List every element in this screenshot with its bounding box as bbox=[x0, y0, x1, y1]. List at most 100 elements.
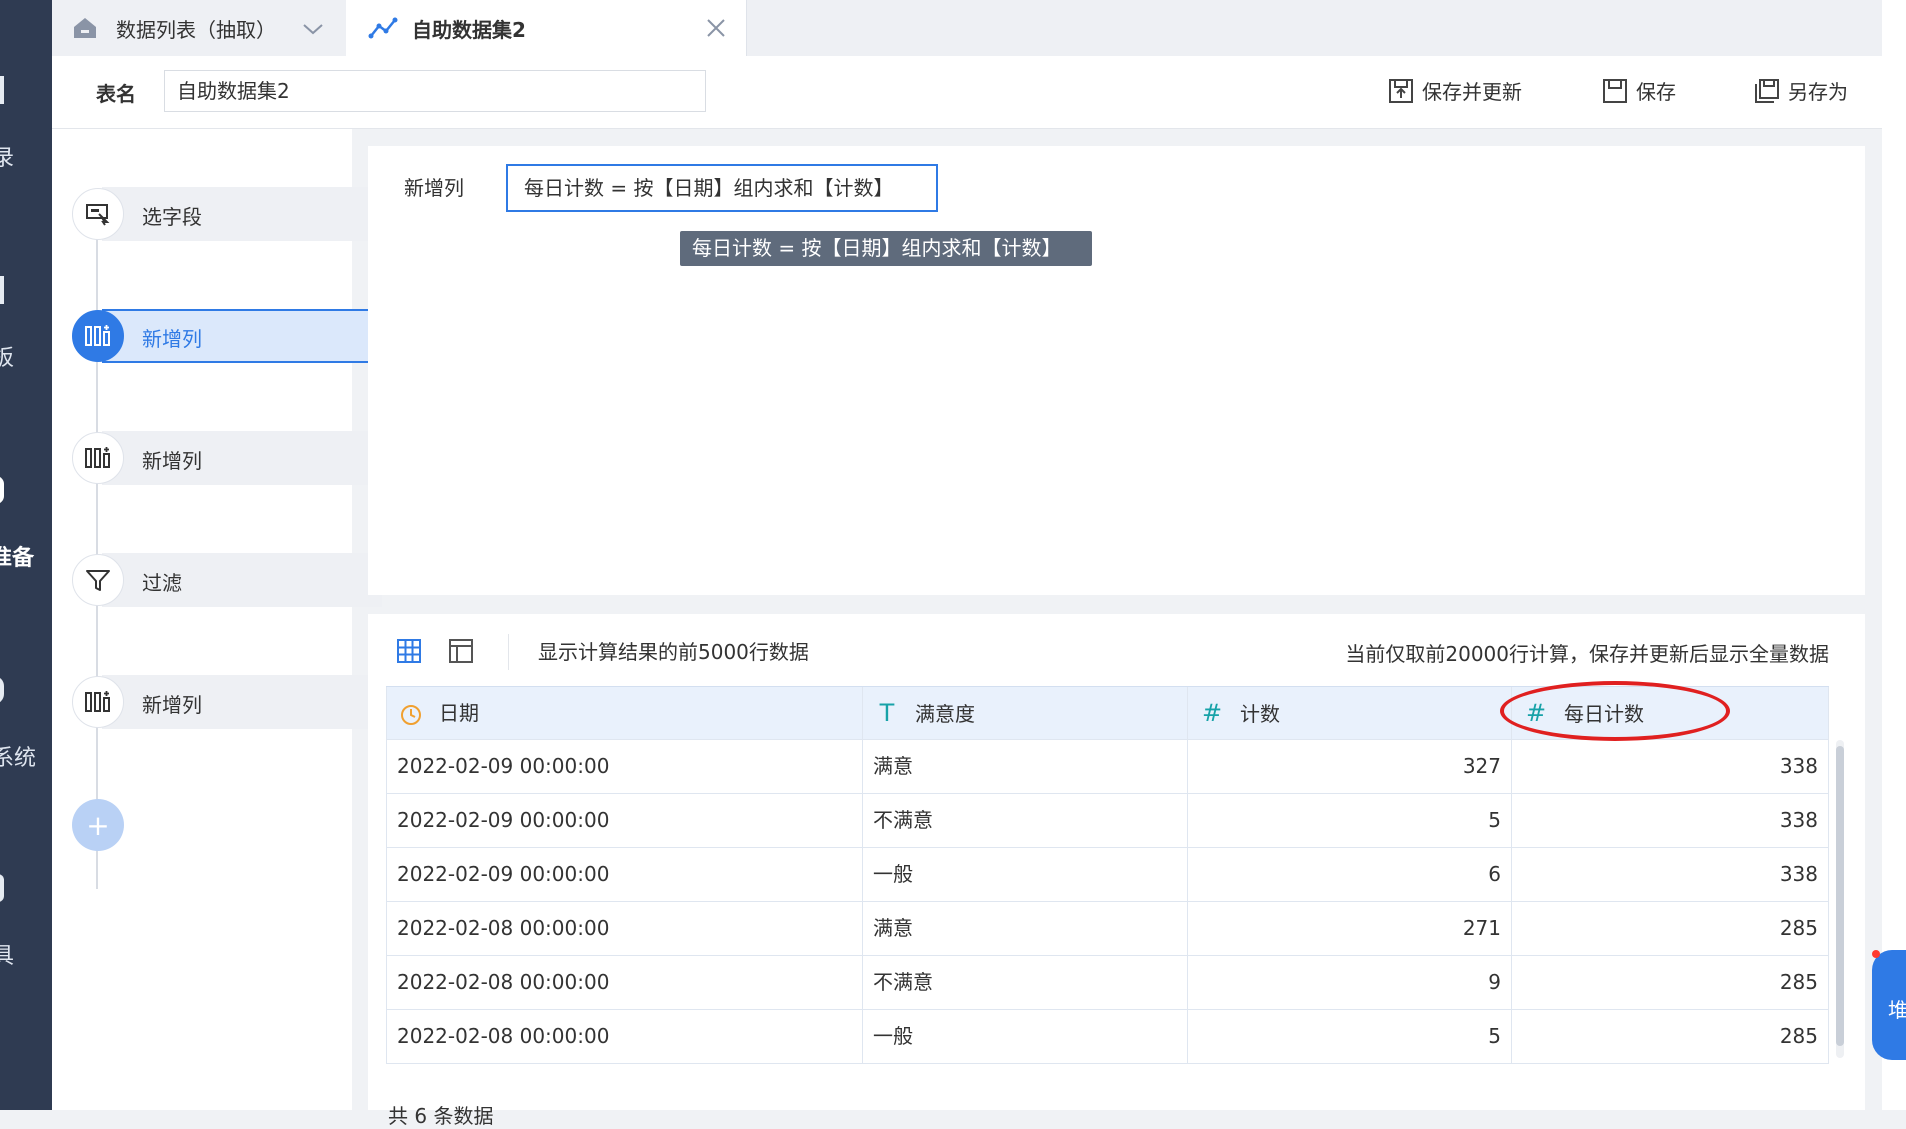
column-name: 日期 bbox=[439, 701, 479, 725]
right-edge bbox=[1882, 0, 1906, 1110]
editor-label: 新增列 bbox=[404, 176, 464, 200]
preview-row-limit-text: 显示计算结果的前5000行数据 bbox=[538, 640, 809, 664]
step-label: 新增列 bbox=[142, 449, 202, 473]
column-name: 计数 bbox=[1240, 702, 1280, 726]
table-name-label: 表名 bbox=[96, 82, 136, 106]
layout-view-icon[interactable] bbox=[448, 638, 474, 668]
tab-data-list-label: 数据列表（抽取） bbox=[116, 18, 276, 42]
cell-daily-count: 338 bbox=[1511, 848, 1829, 902]
step-add-column-2[interactable]: 新增列 bbox=[72, 431, 383, 485]
cell-date: 2022-02-08 00:00:00 bbox=[386, 956, 862, 1010]
cell-satisfaction: 满意 bbox=[862, 902, 1187, 956]
nav-data-prep-icon bbox=[0, 476, 4, 504]
cell-date: 2022-02-09 00:00:00 bbox=[386, 848, 862, 902]
nav-label-3: 准备 bbox=[0, 546, 35, 571]
add-column-icon bbox=[72, 676, 124, 728]
column-header-satisfaction[interactable]: T 满意度 bbox=[862, 687, 1187, 741]
step-filter[interactable]: 过滤 bbox=[72, 553, 383, 607]
tab-self-service-dataset-label: 自助数据集2 bbox=[412, 18, 526, 42]
cell-date: 2022-02-08 00:00:00 bbox=[386, 902, 862, 956]
step-label: 过滤 bbox=[142, 571, 182, 595]
text-type-icon: T bbox=[879, 699, 895, 727]
filter-icon bbox=[72, 554, 124, 606]
chevron-down-icon[interactable] bbox=[302, 18, 324, 42]
add-step-button[interactable]: + bbox=[72, 799, 124, 851]
cell-daily-count: 285 bbox=[1511, 956, 1829, 1010]
cell-count: 6 bbox=[1187, 848, 1511, 902]
cell-date: 2022-02-09 00:00:00 bbox=[386, 794, 862, 848]
cell-count: 327 bbox=[1187, 740, 1511, 794]
step-label: 新增列 bbox=[142, 327, 202, 351]
home-icon bbox=[72, 16, 98, 45]
step-add-column-3[interactable]: 新增列 bbox=[72, 675, 383, 729]
cell-satisfaction: 一般 bbox=[862, 848, 1187, 902]
floating-button-label: 堆 bbox=[1888, 998, 1906, 1022]
line-chart-icon bbox=[368, 16, 398, 45]
table-row: 2022-02-08 00:00:00 不满意 9 285 bbox=[386, 956, 1829, 1010]
table-row: 2022-02-09 00:00:00 一般 6 338 bbox=[386, 848, 1829, 902]
nav-system-icon bbox=[0, 676, 4, 704]
formula-editor-panel: 新增列 每日计数 = 按【日期】组内求和【计数】 每日计数 = 按【日期】组内求… bbox=[368, 146, 1865, 595]
table-name-input[interactable]: 自助数据集2 bbox=[164, 70, 706, 112]
cell-date: 2022-02-08 00:00:00 bbox=[386, 1010, 862, 1064]
clock-icon bbox=[397, 687, 425, 739]
table-scrollbar-thumb[interactable] bbox=[1836, 746, 1844, 1046]
step-label: 选字段 bbox=[142, 205, 202, 229]
cell-daily-count: 338 bbox=[1511, 794, 1829, 848]
nav-dashboard-icon bbox=[0, 276, 4, 304]
cell-satisfaction: 满意 bbox=[862, 740, 1187, 794]
nav-label-5: 具 bbox=[0, 944, 15, 969]
save-label: 保存 bbox=[1636, 80, 1676, 104]
left-navigation: 录 板 准备 系统 具 bbox=[0, 0, 52, 1110]
dataset-header: 表名 自助数据集2 保存并更新 保存 另存为 bbox=[52, 56, 1882, 129]
preview-calc-limit-text: 当前仅取前20000行计算，保存并更新后显示全量数据 bbox=[1345, 642, 1829, 666]
table-row: 2022-02-09 00:00:00 不满意 5 338 bbox=[386, 794, 1829, 848]
floating-assistant-button[interactable]: 堆 bbox=[1872, 950, 1906, 1060]
nav-tools-icon bbox=[0, 874, 4, 902]
cell-daily-count: 338 bbox=[1511, 740, 1829, 794]
table-row: 2022-02-08 00:00:00 满意 271 285 bbox=[386, 902, 1829, 956]
save-as-icon bbox=[1755, 78, 1779, 103]
save-update-icon bbox=[1389, 78, 1413, 103]
save-button[interactable]: 保存 bbox=[1602, 76, 1676, 105]
column-header-count[interactable]: # 计数 bbox=[1187, 687, 1511, 741]
save-icon bbox=[1603, 78, 1627, 103]
tab-bar: 数据列表（抽取） 自助数据集2 bbox=[52, 0, 1882, 57]
save-as-label: 另存为 bbox=[1788, 80, 1848, 104]
cell-count: 9 bbox=[1187, 956, 1511, 1010]
cell-count: 5 bbox=[1187, 794, 1511, 848]
table-row: 2022-02-08 00:00:00 一般 5 285 bbox=[386, 1010, 1829, 1064]
cell-satisfaction: 不满意 bbox=[862, 794, 1187, 848]
grid-view-icon[interactable] bbox=[396, 638, 422, 668]
row-count-text: 共 6 条数据 bbox=[388, 1104, 494, 1128]
cell-daily-count: 285 bbox=[1511, 1010, 1829, 1064]
column-header-date[interactable]: 日期 bbox=[386, 687, 862, 741]
number-type-icon: # bbox=[1201, 699, 1223, 727]
nav-label-4: 系统 bbox=[0, 746, 37, 771]
save-as-button[interactable]: 另存为 bbox=[1754, 76, 1848, 105]
nav-label-2: 板 bbox=[0, 346, 15, 371]
step-label: 新增列 bbox=[142, 693, 202, 717]
toolbar-divider bbox=[508, 634, 509, 670]
save-and-update-label: 保存并更新 bbox=[1422, 80, 1522, 104]
step-sidebar: 选字段 新增列 新增列 过滤 新增列 + bbox=[52, 129, 382, 1110]
highlight-annotation-circle bbox=[1500, 681, 1730, 741]
step-select-field[interactable]: 选字段 bbox=[72, 187, 383, 241]
table-row: 2022-02-09 00:00:00 满意 327 338 bbox=[386, 740, 1829, 794]
cell-date: 2022-02-09 00:00:00 bbox=[386, 740, 862, 794]
cell-count: 5 bbox=[1187, 1010, 1511, 1064]
close-icon[interactable] bbox=[706, 18, 726, 43]
select-field-icon bbox=[72, 188, 124, 240]
column-name: 满意度 bbox=[915, 702, 975, 726]
add-column-icon bbox=[72, 310, 124, 362]
cell-daily-count: 285 bbox=[1511, 902, 1829, 956]
formula-tooltip: 每日计数 = 按【日期】组内求和【计数】 bbox=[680, 231, 1092, 266]
formula-input[interactable]: 每日计数 = 按【日期】组内求和【计数】 bbox=[506, 164, 938, 212]
add-column-icon bbox=[72, 432, 124, 484]
step-add-column-active[interactable]: 新增列 bbox=[72, 309, 383, 363]
tab-self-service-dataset[interactable]: 自助数据集2 bbox=[346, 0, 747, 56]
notification-dot bbox=[1872, 950, 1880, 958]
tab-data-list[interactable]: 数据列表（抽取） bbox=[52, 0, 347, 56]
cell-count: 271 bbox=[1187, 902, 1511, 956]
save-and-update-button[interactable]: 保存并更新 bbox=[1388, 76, 1522, 105]
